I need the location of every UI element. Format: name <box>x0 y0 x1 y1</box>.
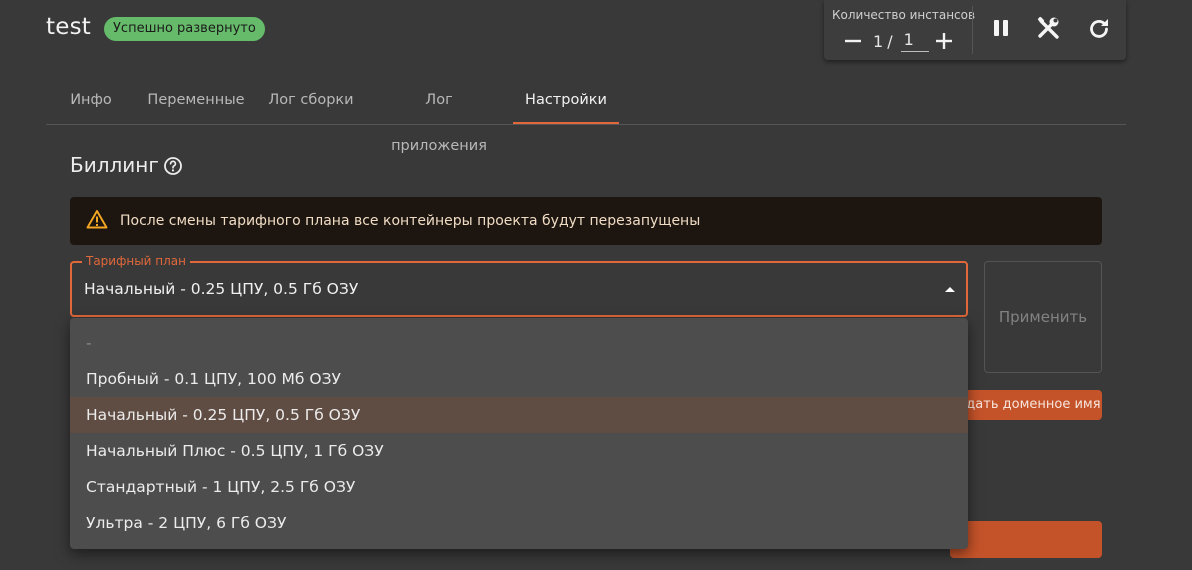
status-badge: Успешно развернуто <box>104 17 265 41</box>
tariff-plan-select[interactable]: Тарифный план Начальный - 0.25 ЦПУ, 0.5 … <box>70 254 968 317</box>
tab-settings[interactable]: Настройки <box>513 77 619 124</box>
set-domain-button[interactable]: Задать доменное имя <box>950 390 1102 420</box>
pause-icon[interactable] <box>988 16 1014 42</box>
tariff-plan-label: Тарифный план <box>82 254 191 268</box>
billing-section-title: Биллинг <box>70 153 183 177</box>
instances-separator: / <box>887 31 893 51</box>
tabs-bar: Инфо Переменные Лог сборки Лог приложени… <box>46 77 1126 154</box>
billing-title: Биллинг <box>70 153 159 177</box>
instances-max-input[interactable] <box>900 30 929 52</box>
menu-item-starter[interactable]: Начальный - 0.25 ЦПУ, 0.5 Гб ОЗУ <box>70 397 968 433</box>
plus-icon[interactable] <box>935 32 953 50</box>
tab-variables[interactable]: Переменные <box>146 77 246 124</box>
menu-item-empty[interactable]: - <box>70 325 968 361</box>
tariff-plan-dropdown: - Пробный - 0.1 ЦПУ, 100 Мб ОЗУ Начальны… <box>70 318 968 549</box>
restart-icon[interactable] <box>1085 15 1113 43</box>
panel-divider <box>972 6 973 54</box>
instances-controls: 1 / <box>844 29 953 53</box>
apply-button[interactable]: Применить <box>984 261 1102 373</box>
instances-label: Количество инстансов <box>832 8 976 22</box>
help-icon[interactable] <box>163 156 183 176</box>
app-title: test <box>46 14 91 40</box>
menu-item-starter-plus[interactable]: Начальный Плюс - 0.5 ЦПУ, 1 Гб ОЗУ <box>70 433 968 469</box>
tab-app-log[interactable]: Лог приложения <box>376 77 502 154</box>
billing-warning-alert: После смены тарифного плана все контейне… <box>70 197 1102 245</box>
tab-info[interactable]: Инфо <box>56 77 126 124</box>
bottom-action-button[interactable] <box>950 521 1102 558</box>
instances-panel: Количество инстансов 1 / <box>824 0 1126 60</box>
instances-current: 1 <box>873 31 884 51</box>
warning-text: После смены тарифного плана все контейне… <box>120 213 701 229</box>
menu-item-ultra[interactable]: Ультра - 2 ЦПУ, 6 Гб ОЗУ <box>70 505 968 541</box>
tariff-plan-value: Начальный - 0.25 ЦПУ, 0.5 Гб ОЗУ <box>84 280 359 298</box>
menu-item-standard[interactable]: Стандартный - 1 ЦПУ, 2.5 Гб ОЗУ <box>70 469 968 505</box>
tab-build-log[interactable]: Лог сборки <box>266 77 356 124</box>
warning-icon <box>86 209 108 233</box>
minus-icon[interactable] <box>844 32 862 50</box>
caret-up-icon[interactable] <box>945 287 955 292</box>
menu-item-trial[interactable]: Пробный - 0.1 ЦПУ, 100 Мб ОЗУ <box>70 361 968 397</box>
tools-icon[interactable] <box>1035 15 1063 43</box>
app-page: test Успешно развернуто Количество инста… <box>0 0 1192 570</box>
